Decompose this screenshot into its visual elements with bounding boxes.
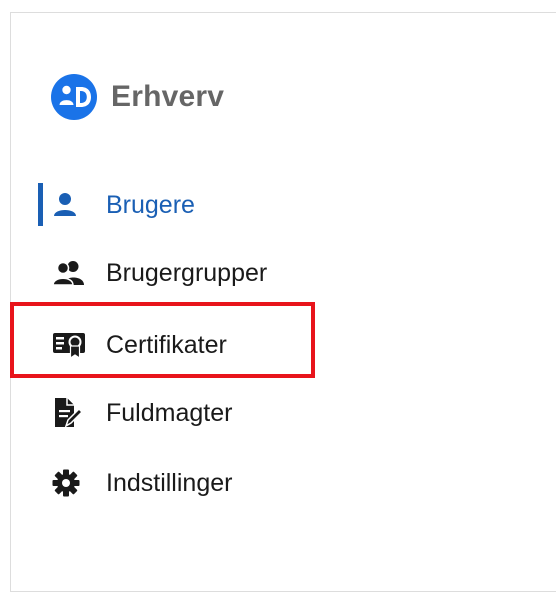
sidebar-item-certifikater[interactable]: Certifikater [52, 325, 227, 365]
sidebar-item-label: Brugere [106, 190, 195, 219]
sidebar-item-label: Brugergrupper [106, 258, 268, 287]
signed-document-icon [52, 398, 88, 428]
certificate-icon [52, 330, 88, 360]
sidebar-item-label: Certifikater [106, 330, 227, 359]
sidebar-item-label: Fuldmagter [106, 398, 233, 427]
sidebar-item-indstillinger[interactable]: Indstillinger [52, 463, 232, 503]
sidebar-item-label: Indstillinger [106, 468, 233, 497]
sidebar-item-fuldmagter[interactable]: Fuldmagter [52, 393, 232, 433]
user-icon [52, 190, 88, 220]
users-icon [52, 258, 88, 288]
gear-icon [52, 468, 88, 498]
sidebar-item-brugergrupper[interactable]: Brugergrupper [52, 253, 267, 293]
sidebar-item-brugere[interactable]: Brugere [52, 185, 195, 225]
sidebar-nav: Brugere Brugergrupper Certifikater Fuldm… [0, 0, 556, 579]
